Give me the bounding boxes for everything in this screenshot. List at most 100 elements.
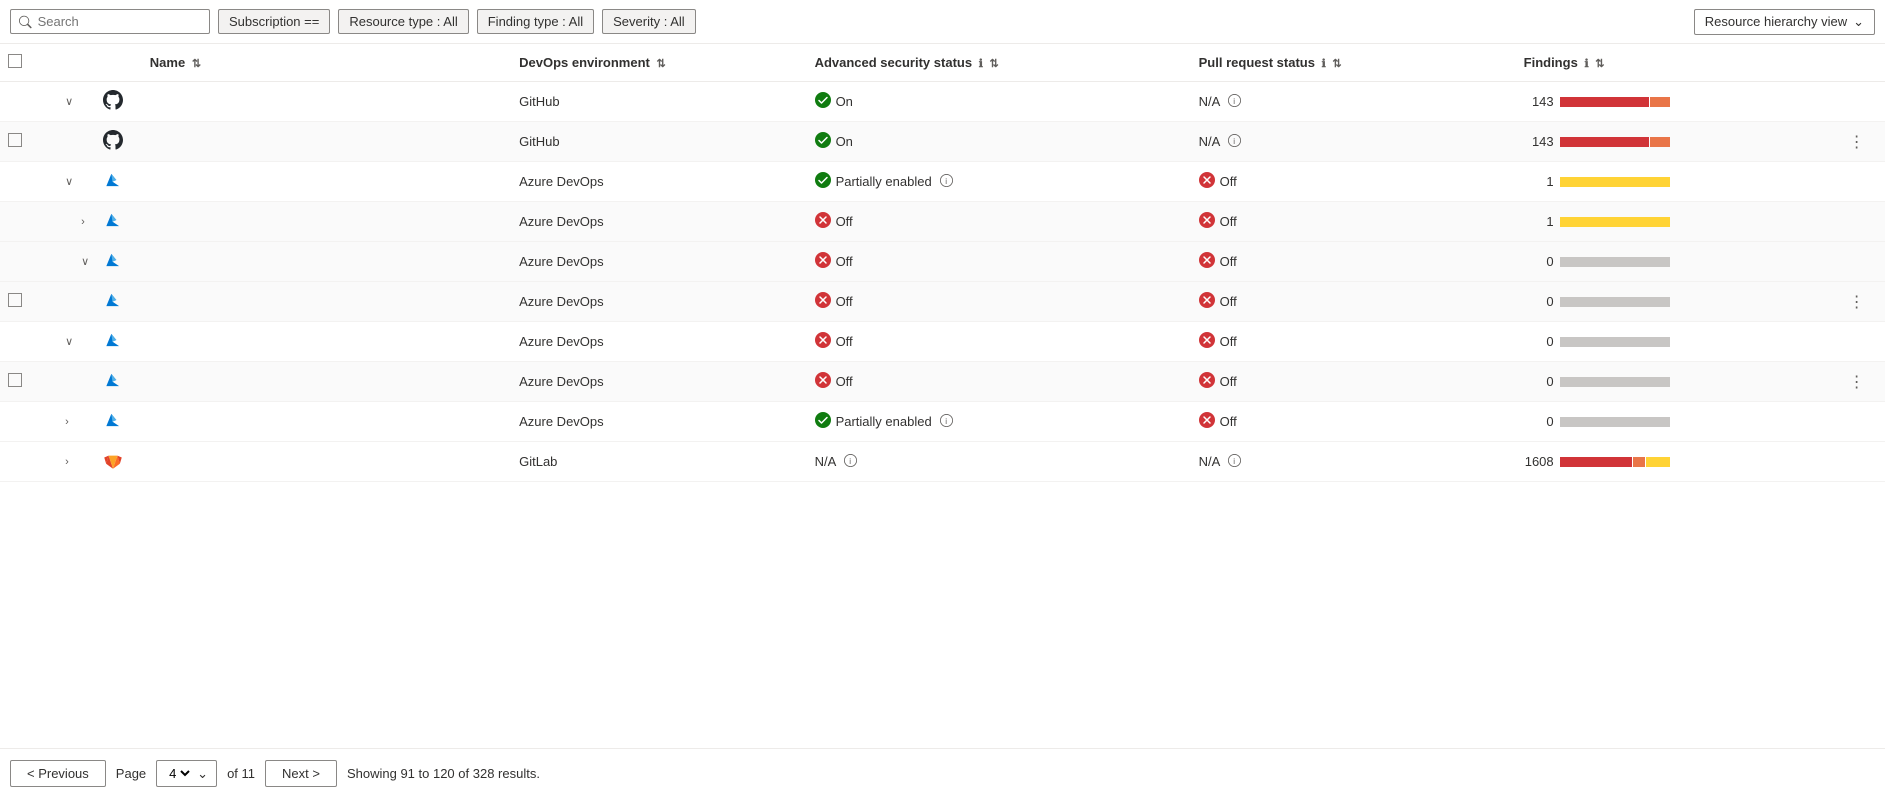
header-pr[interactable]: Pull request status ℹ ⇅ <box>1191 44 1516 82</box>
row-checkbox[interactable] <box>8 133 22 147</box>
page-select[interactable]: 4 ⌄ <box>156 760 217 787</box>
toolbar: Subscription == Resource type : All Find… <box>0 0 1885 44</box>
row-findings-cell: 143 <box>1516 82 1841 122</box>
security-off-icon <box>815 212 831 231</box>
row-more-actions[interactable]: ⋮ <box>1849 294 1865 311</box>
row-devops-cell: Azure DevOps <box>511 242 806 282</box>
row-devops-cell: Azure DevOps <box>511 202 806 242</box>
expand-button[interactable]: › <box>77 214 89 230</box>
header-devops[interactable]: DevOps environment ⇅ <box>511 44 806 82</box>
row-findings-cell: 1 <box>1516 202 1841 242</box>
row-actions-cell: ⋮ <box>1841 122 1885 162</box>
findings-count: 0 <box>1524 374 1554 389</box>
severity-filter[interactable]: Severity : All <box>602 9 696 34</box>
row-icon-cell <box>95 402 142 442</box>
findings-count: 0 <box>1524 254 1554 269</box>
security-label: Off <box>836 294 853 309</box>
header-findings[interactable]: Findings ℹ ⇅ <box>1516 44 1841 82</box>
pr-off-icon <box>1199 172 1215 191</box>
results-info: Showing 91 to 120 of 328 results. <box>347 766 540 781</box>
security-off-icon <box>815 332 831 351</box>
findings-count: 1 <box>1524 174 1554 189</box>
security-label: Off <box>836 334 853 349</box>
findings-count: 0 <box>1524 414 1554 429</box>
pr-off-icon <box>1199 212 1215 231</box>
name-sort-icon[interactable]: ⇅ <box>192 58 201 70</box>
security-sort-icon[interactable]: ⇅ <box>990 58 999 70</box>
table-row: Azure DevOps Off Off 0 ⋮ <box>0 362 1885 402</box>
row-icon-cell <box>95 82 142 122</box>
header-check[interactable] <box>0 44 53 82</box>
row-expand-cell: ∨ <box>53 162 94 202</box>
row-icon-cell <box>95 282 142 322</box>
subscription-filter[interactable]: Subscription == <box>218 9 330 34</box>
azure-devops-icon <box>103 418 123 433</box>
row-pr-cell: Off <box>1191 242 1516 282</box>
expand-button[interactable]: ∨ <box>61 173 77 190</box>
footer: < Previous Page 4 ⌄ of 11 Next > Showing… <box>0 748 1885 798</box>
table-row: › Azure DevOpsOffOff 1 <box>0 202 1885 242</box>
row-check-cell <box>0 362 53 402</box>
pr-label: Off <box>1220 374 1237 389</box>
security-label: Off <box>836 214 853 229</box>
search-input[interactable] <box>38 14 201 29</box>
row-checkbox[interactable] <box>8 293 22 307</box>
security-label: Partially enabled <box>836 174 932 189</box>
security-info-icon[interactable]: ℹ <box>979 58 983 70</box>
expand-button[interactable]: ∨ <box>61 333 77 350</box>
row-security-cell: On <box>807 82 1191 122</box>
search-box[interactable] <box>10 9 210 34</box>
svg-text:i: i <box>945 176 947 185</box>
row-checkbox[interactable] <box>8 373 22 387</box>
row-check-cell <box>0 122 53 162</box>
row-findings-cell: 0 <box>1516 322 1841 362</box>
expand-button[interactable]: ∨ <box>61 93 77 110</box>
row-more-actions[interactable]: ⋮ <box>1849 374 1865 391</box>
pr-off-icon <box>1199 292 1215 311</box>
hierarchy-view-dropdown[interactable]: Resource hierarchy view ⌄ <box>1694 9 1875 35</box>
expand-button[interactable]: › <box>61 454 73 470</box>
findings-sort-icon[interactable]: ⇅ <box>1595 58 1604 70</box>
previous-button[interactable]: < Previous <box>10 760 106 787</box>
row-name-cell <box>142 322 511 362</box>
row-actions-cell <box>1841 82 1885 122</box>
pr-sort-icon[interactable]: ⇅ <box>1332 58 1341 70</box>
row-icon-cell <box>95 322 142 362</box>
table-body: ∨GitHubOnN/Ai 143 GitHubOnN/Ai 143 ⋮∨ Az… <box>0 82 1885 482</box>
azure-devops-icon <box>103 218 123 233</box>
row-expand-cell <box>53 282 94 322</box>
row-pr-cell: Off <box>1191 162 1516 202</box>
expand-button[interactable]: ∨ <box>77 253 93 270</box>
table-row: › GitLabN/AiN/Ai 1608 <box>0 442 1885 482</box>
header-security[interactable]: Advanced security status ℹ ⇅ <box>807 44 1191 82</box>
row-security-cell: On <box>807 122 1191 162</box>
devops-sort-icon[interactable]: ⇅ <box>657 58 666 70</box>
row-icon-cell <box>95 202 142 242</box>
security-label: Off <box>836 374 853 389</box>
row-pr-cell: N/Ai <box>1191 82 1516 122</box>
finding-type-filter[interactable]: Finding type : All <box>477 9 594 34</box>
select-all-checkbox[interactable] <box>8 54 22 68</box>
row-devops-cell: Azure DevOps <box>511 362 806 402</box>
chevron-down-icon-page: ⌄ <box>197 766 208 782</box>
row-name-cell <box>142 282 511 322</box>
row-check-cell <box>0 322 53 362</box>
row-icon-cell <box>95 362 142 402</box>
security-on-icon <box>815 132 831 151</box>
page-select-input[interactable]: 4 <box>165 765 193 782</box>
findings-count: 143 <box>1524 94 1554 109</box>
row-check-cell <box>0 442 53 482</box>
row-security-cell: Off <box>807 322 1191 362</box>
resource-type-filter[interactable]: Resource type : All <box>338 9 468 34</box>
header-name[interactable]: Name ⇅ <box>142 44 511 82</box>
row-name-cell <box>142 402 511 442</box>
row-findings-cell: 0 <box>1516 242 1841 282</box>
findings-info-icon[interactable]: ℹ <box>1584 58 1588 70</box>
expand-button[interactable]: › <box>61 414 73 430</box>
header-expand <box>53 44 94 82</box>
row-findings-cell: 1 <box>1516 162 1841 202</box>
next-button[interactable]: Next > <box>265 760 337 787</box>
pr-off-icon <box>1199 252 1215 271</box>
row-more-actions[interactable]: ⋮ <box>1849 134 1865 151</box>
pr-info-icon[interactable]: ℹ <box>1322 58 1326 70</box>
